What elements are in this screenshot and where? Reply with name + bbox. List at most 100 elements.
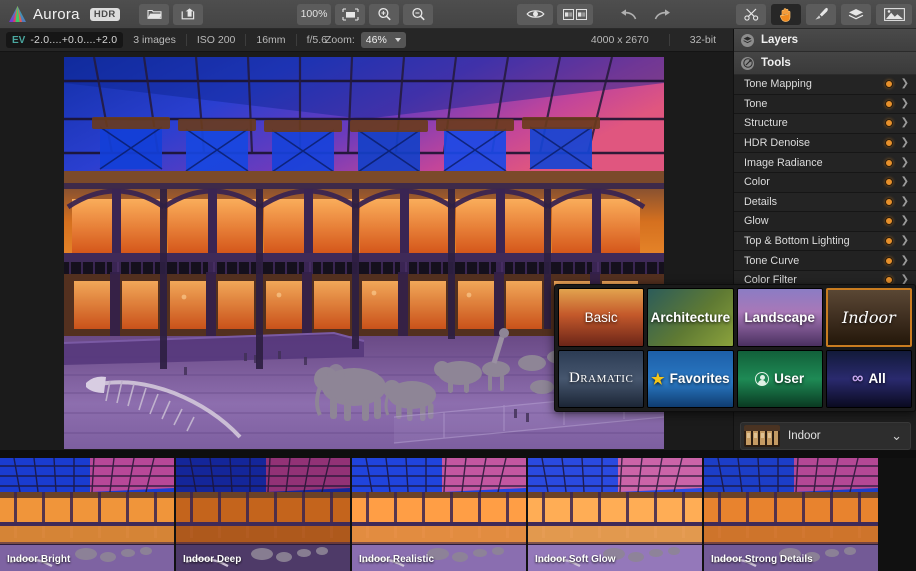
tool-controls: ❯ [885, 138, 909, 148]
chevron-right-icon[interactable]: ❯ [901, 79, 909, 89]
preset-category-label: Indoor [842, 308, 896, 327]
tool-controls: ❯ [885, 79, 909, 89]
share-export-icon[interactable] [173, 4, 203, 25]
preset-category-tile[interactable]: Basic [558, 288, 644, 347]
layers-stack-icon[interactable] [841, 4, 871, 25]
tools-list: Tone Mapping❯Tone❯Structure❯HDR Denoise❯… [734, 75, 916, 291]
preset-category-tile[interactable]: Dramatic [558, 350, 644, 409]
undo-arrow-icon[interactable] [613, 4, 643, 25]
hand-pan-icon[interactable] [771, 4, 801, 25]
star-icon: ★ [651, 370, 664, 388]
scissors-crop-icon[interactable] [736, 4, 766, 25]
tool-enabled-dot-icon[interactable] [885, 80, 893, 88]
chevron-right-icon[interactable]: ❯ [901, 197, 909, 207]
tool-enabled-dot-icon[interactable] [885, 178, 893, 186]
preset-category-tile[interactable]: ★Favorites [647, 350, 733, 409]
filmstrip-preset-item[interactable]: Indoor Bright [0, 458, 174, 571]
infinity-icon: ∞ [852, 371, 863, 387]
ev-label: EV [12, 35, 25, 46]
chevron-down-icon [395, 38, 401, 42]
preset-name-label: Indoor Realistic [359, 554, 434, 565]
layers-stack-icon [741, 34, 754, 47]
zoom-in-icon[interactable] [369, 4, 399, 25]
preset-category-tile[interactable]: User [737, 350, 823, 409]
eye-preview-icon[interactable] [517, 4, 553, 25]
zoom-dropdown[interactable]: 46% [361, 32, 406, 48]
tool-label: Tone Mapping [744, 78, 812, 90]
tools-dial-icon [741, 57, 754, 70]
chevron-right-icon[interactable]: ❯ [901, 216, 909, 226]
tool-row[interactable]: Glow❯ [734, 212, 916, 232]
tool-controls: ❯ [885, 158, 909, 168]
tool-enabled-dot-icon[interactable] [885, 119, 893, 127]
chevron-right-icon[interactable]: ❯ [901, 138, 909, 148]
preset-category-tile[interactable]: ∞All [826, 350, 912, 409]
fit-to-screen-icon[interactable] [335, 4, 365, 25]
tool-controls: ❯ [885, 99, 909, 109]
tool-enabled-dot-icon[interactable] [885, 217, 893, 225]
tool-label: Structure [744, 117, 788, 129]
zoom-selector-group: Zoom: 46% [325, 32, 406, 48]
ev-bracket-chip: EV -2.0....+0.0....+2.0 [6, 32, 123, 48]
chevron-down-icon[interactable]: ⌄ [891, 428, 902, 444]
preset-category-label: ∞All [852, 371, 886, 387]
tool-row[interactable]: Tone Curve❯ [734, 251, 916, 271]
zoom-100-button[interactable]: 100% [297, 4, 331, 25]
preset-category-tile[interactable]: Architecture [647, 288, 733, 347]
tools-panel-header[interactable]: Tools [734, 52, 916, 75]
user-icon [755, 372, 769, 386]
preset-category-label: Architecture [651, 310, 731, 325]
tool-enabled-dot-icon[interactable] [885, 257, 893, 265]
tools-title: Tools [761, 57, 791, 69]
preset-category-popup[interactable]: Basic Architecture Landscape Indoor Dramatic… [554, 284, 916, 412]
app-logo: Aurora HDR [0, 5, 132, 23]
preview-controls-group [516, 4, 594, 25]
tool-controls: ❯ [885, 197, 909, 207]
filmstrip-preset-item[interactable]: Indoor Realistic [352, 458, 526, 571]
layers-panel-header[interactable]: Layers [734, 29, 916, 52]
filmstrip-preset-item[interactable]: Indoor Soft Glow [528, 458, 702, 571]
tool-row[interactable]: Top & Bottom Lighting ❯ [734, 232, 916, 252]
preset-name-label: Indoor Bright [7, 554, 70, 565]
preset-filmstrip[interactable]: Indoor Bright Indoor Deep Indoor Realistic… [0, 458, 916, 571]
zoom-out-icon[interactable] [403, 4, 433, 25]
tool-row[interactable]: Structure ❯ [734, 114, 916, 134]
chevron-right-icon[interactable]: ❯ [901, 118, 909, 128]
tool-controls: ❯ [885, 256, 909, 266]
chevron-right-icon[interactable]: ❯ [901, 177, 909, 187]
redo-arrow-icon[interactable] [647, 4, 677, 25]
split-compare-icon[interactable] [557, 4, 593, 25]
presets-image-icon[interactable] [876, 4, 912, 25]
preset-group-dropdown[interactable]: Indoor ⌄ [740, 422, 911, 450]
tool-row[interactable]: Details❯ [734, 193, 916, 213]
open-folder-icon[interactable] [139, 4, 169, 25]
preset-name-label: Indoor Deep [183, 554, 241, 565]
tool-row[interactable]: HDR Denoise❯ [734, 134, 916, 154]
tool-row[interactable]: Tone❯ [734, 95, 916, 115]
preset-category-tile[interactable]: Indoor [826, 288, 912, 347]
filmstrip-preset-item[interactable]: Indoor Strong Details [704, 458, 878, 571]
tool-label: Top & Bottom Lighting [744, 235, 850, 247]
preset-category-tile[interactable]: Landscape [737, 288, 823, 347]
tool-enabled-dot-icon[interactable] [885, 159, 893, 167]
tool-enabled-dot-icon[interactable] [885, 139, 893, 147]
preset-name-label: Indoor Strong Details [711, 554, 813, 565]
preset-name-label: Indoor Soft Glow [535, 554, 616, 565]
tool-enabled-dot-icon[interactable] [885, 100, 893, 108]
tool-enabled-dot-icon[interactable] [885, 237, 893, 245]
preset-thumbnail [744, 425, 780, 447]
filmstrip-preset-item[interactable]: Indoor Deep [176, 458, 350, 571]
chevron-right-icon[interactable]: ❯ [901, 256, 909, 266]
tool-row[interactable]: Tone Mapping ❯ [734, 75, 916, 95]
chevron-right-icon[interactable]: ❯ [901, 236, 909, 246]
chevron-right-icon[interactable]: ❯ [901, 158, 909, 168]
tool-enabled-dot-icon[interactable] [885, 198, 893, 206]
brush-icon[interactable] [806, 4, 836, 25]
preset-category-label: Landscape [744, 310, 815, 325]
chevron-right-icon[interactable]: ❯ [901, 99, 909, 109]
hdr-badge: HDR [90, 8, 120, 21]
tool-row[interactable]: Color❯ [734, 173, 916, 193]
tool-row[interactable]: Image Radiance ❯ [734, 153, 916, 173]
tool-label: Image Radiance [744, 157, 823, 169]
layers-title: Layers [761, 34, 798, 46]
